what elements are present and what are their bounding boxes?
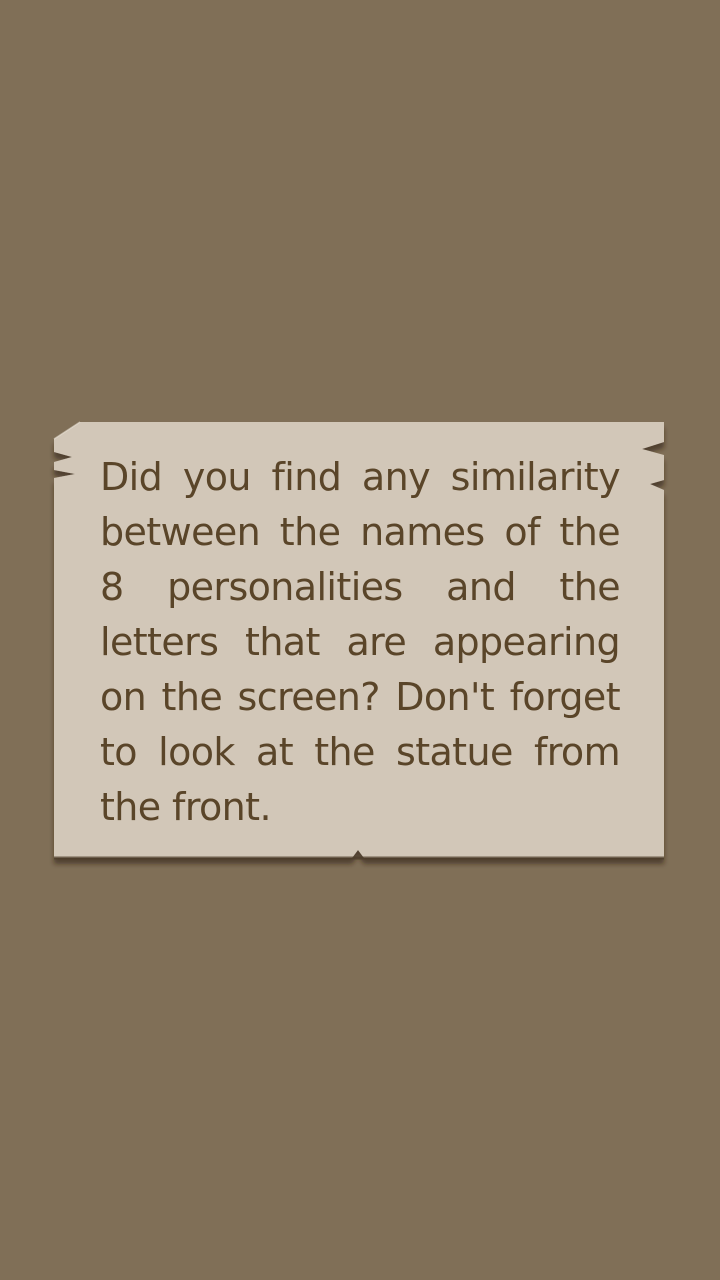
game-screen: Did you find any similarity between the … bbox=[0, 0, 720, 1280]
hint-message: Did you find any similarity between the … bbox=[100, 455, 621, 829]
hint-note[interactable]: Did you find any similarity between the … bbox=[52, 421, 666, 864]
